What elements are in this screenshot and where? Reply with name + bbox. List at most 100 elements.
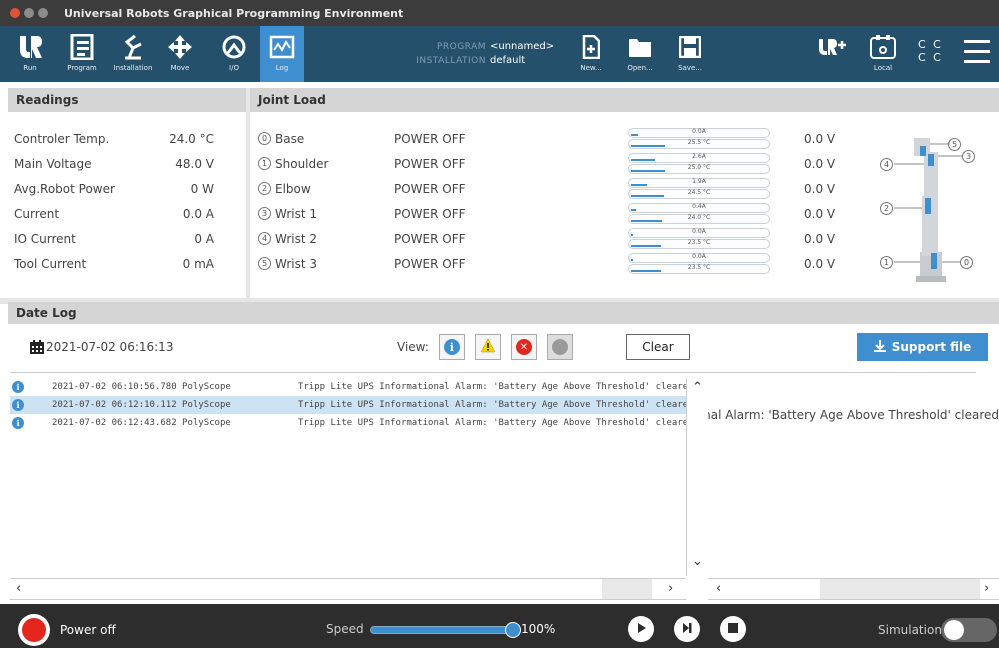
detail-horizontal-scrollbar[interactable]: ‹ ›: [708, 578, 999, 600]
hamburger-menu-icon[interactable]: [964, 40, 990, 63]
joint-row: 5 Wrist 3 POWER OFF 0.0A 23.5 °C 0.0 V: [258, 251, 858, 276]
reading-name: IO Current: [14, 231, 76, 246]
speed-slider-handle[interactable]: [505, 622, 521, 638]
scroll-right-arrow-icon[interactable]: ›: [668, 581, 673, 596]
log-message: Tripp Lite UPS Informational Alarm: 'Bat…: [298, 418, 686, 428]
tab-io[interactable]: I/O: [212, 26, 256, 82]
joint-current-text: 0.4A: [692, 202, 706, 210]
scroll-down-arrow-icon[interactable]: ⌄: [692, 554, 703, 569]
joint-gauges: 0.0A 25.5 °C: [628, 127, 770, 150]
minimize-window-button[interactable]: [24, 8, 34, 18]
joint-current-gauge: 0.0A: [628, 252, 770, 263]
close-window-button[interactable]: [10, 8, 20, 18]
reading-value: 48.0 V: [175, 156, 214, 171]
support-file-button[interactable]: Support file: [857, 333, 988, 361]
joint-name: 4 Wrist 2: [258, 232, 394, 246]
download-icon: [873, 339, 886, 355]
step-button[interactable]: [674, 616, 700, 642]
joint-number-badge: 4: [258, 232, 271, 245]
play-icon: [635, 622, 647, 637]
filter-disabled-button[interactable]: [546, 334, 573, 360]
disabled-filter-icon: [551, 339, 568, 355]
joint-temp-gauge: 23.5 °C: [628, 263, 770, 274]
filter-warning-button[interactable]: [474, 334, 501, 360]
new-button[interactable]: New...: [574, 26, 608, 82]
stop-button[interactable]: [720, 616, 746, 642]
diagram-label-3: 3: [962, 150, 975, 163]
joint-current-gauge: 0.0A: [628, 127, 770, 138]
view-label: View:: [397, 340, 429, 354]
log-detail-message: Tripp Lite UPS Informational Alarm: 'Bat…: [704, 408, 999, 422]
joint-row: 1 Shoulder POWER OFF 2.6A 25.0 °C 0.0 V: [258, 151, 858, 176]
panel-divider: [246, 88, 250, 298]
joint-state: POWER OFF: [394, 131, 466, 146]
log-entry-row[interactable]: i 2021-07-02 06:12:43.682 PolyScope Tripp …: [10, 414, 686, 432]
joint-name: 1 Shoulder: [258, 157, 394, 171]
detail-scroll-left-arrow-icon[interactable]: ‹: [716, 581, 721, 596]
save-icon: [679, 32, 701, 62]
scroll-thumb[interactable]: [602, 579, 652, 599]
tab-run[interactable]: Run: [8, 26, 52, 82]
simulation-toggle[interactable]: [941, 618, 997, 642]
joint-temp-gauge: 24.0 °C: [628, 213, 770, 224]
log-timestamp: 2021-07-02 06:10:56.780 PolyScope: [52, 382, 231, 392]
error-icon: ✕: [515, 339, 532, 355]
tab-io-label: I/O: [229, 64, 239, 72]
reading-name: Current: [14, 206, 60, 221]
joint-temp-text: 24.5 °C: [687, 188, 711, 196]
power-status-icon: [22, 618, 46, 642]
joint-state: POWER OFF: [394, 181, 466, 196]
open-button[interactable]: Open...: [620, 26, 660, 82]
detail-scroll-thumb[interactable]: [820, 579, 980, 599]
diagram-label-2: 2: [880, 202, 893, 215]
reading-value: 0 W: [190, 181, 214, 196]
log-message: Tripp Lite UPS Informational Alarm: 'Bat…: [298, 400, 686, 410]
filter-info-button[interactable]: i: [438, 334, 465, 360]
scroll-up-arrow-icon[interactable]: ⌃: [692, 380, 703, 395]
maximize-window-button[interactable]: [38, 8, 48, 18]
installation-key: INSTALLATION: [416, 56, 486, 66]
log-entry-row[interactable]: i 2021-07-02 06:10:56.780 PolyScope Tripp …: [10, 378, 686, 396]
tab-program[interactable]: Program: [60, 26, 104, 82]
ur-plus-icon: [817, 32, 847, 62]
current-date-text: 2021-07-02 06:16:13: [46, 340, 174, 354]
log-list[interactable]: i 2021-07-02 06:10:56.780 PolyScope Tripp …: [10, 378, 686, 578]
speed-slider[interactable]: [370, 626, 516, 634]
support-file-label: Support file: [891, 340, 972, 354]
play-button[interactable]: [628, 616, 654, 642]
filter-error-button[interactable]: ✕: [510, 334, 537, 360]
reading-value: 0 mA: [182, 256, 214, 271]
joint-gauges: 0.0A 23.5 °C: [628, 252, 770, 275]
log-horizontal-scrollbar[interactable]: ‹ ›: [10, 578, 686, 600]
view-filter: View: i ✕: [397, 334, 573, 360]
log-timestamp: 2021-07-02 06:12:10.112 PolyScope: [52, 400, 231, 410]
readings-header: Readings: [8, 88, 246, 112]
cc-indicator: C C C C: [918, 38, 943, 64]
window-controls: [10, 8, 48, 18]
tab-log[interactable]: Log: [260, 26, 304, 82]
info-icon: i: [443, 339, 460, 355]
save-button[interactable]: Save...: [670, 26, 710, 82]
scroll-left-arrow-icon[interactable]: ‹: [16, 581, 21, 596]
joint-temp-gauge: 24.5 °C: [628, 188, 770, 199]
cc-text-top: C C: [918, 38, 943, 51]
clear-button[interactable]: Clear: [626, 334, 690, 360]
log-vertical-scrollbar[interactable]: ⌃ ⌄: [686, 378, 708, 576]
window-titlebar: Universal Robots Graphical Programming E…: [0, 0, 999, 26]
readings-list: Controler Temp. 24.0 °C Main Voltage 48.0 …: [14, 126, 224, 276]
local-button[interactable]: Local: [862, 26, 904, 82]
tab-move[interactable]: Move: [160, 26, 200, 82]
diagram-label-4: 4: [880, 158, 893, 171]
joint-number-badge: 1: [258, 157, 271, 170]
tab-installation[interactable]: Installation: [108, 26, 158, 82]
log-entry-row[interactable]: i 2021-07-02 06:12:10.112 PolyScope Tripp …: [10, 396, 686, 414]
joint-temp-text: 23.5 °C: [687, 263, 711, 271]
detail-scroll-right-arrow-icon[interactable]: ›: [984, 581, 989, 596]
program-value: <unnamed>: [490, 41, 555, 52]
joint-temp-text: 25.0 °C: [687, 163, 711, 171]
joint-name-text: Wrist 1: [275, 206, 317, 221]
simulation-label: Simulation: [878, 623, 942, 637]
reading-row: Tool Current 0 mA: [14, 251, 224, 276]
power-button[interactable]: [18, 614, 50, 646]
ur-plus-button[interactable]: [812, 26, 852, 82]
